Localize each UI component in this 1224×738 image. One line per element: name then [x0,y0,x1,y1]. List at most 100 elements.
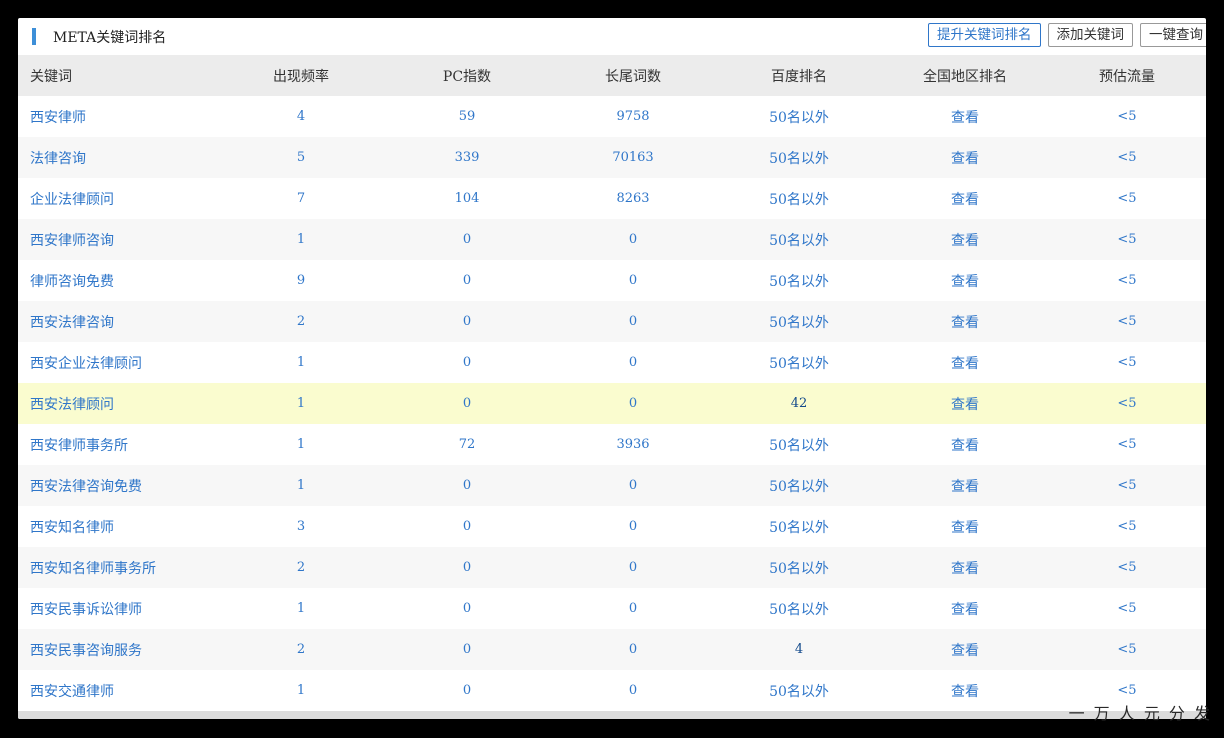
region-rank-view-link[interactable]: 查看 [882,629,1048,670]
panel-header: META关键词排名 提升关键词排名 添加关键词 一键查询 [18,18,1206,55]
add-keyword-button[interactable]: 添加关键词 [1047,23,1133,47]
pc-index-cell: 0 [462,519,472,534]
table-row: 西安民事诉讼律师 1 0 0 50名以外 查看 <5 [18,588,1206,629]
keyword-link[interactable]: 西安律师 [18,96,218,137]
region-rank-view-link[interactable]: 查看 [882,178,1048,219]
pc-index-cell: 59 [458,109,476,124]
col-header-keyword[interactable]: 关键词 [18,55,218,96]
region-rank-view-link[interactable]: 查看 [882,219,1048,260]
traffic-cell: <5 [1117,314,1137,329]
col-header-traffic[interactable]: 预估流量 [1048,55,1206,96]
col-header-frequency[interactable]: 出现频率 [218,55,384,96]
keyword-link[interactable]: 西安律师事务所 [18,424,218,465]
region-rank-view-link[interactable]: 查看 [882,342,1048,383]
baidu-rank-cell: 50名以外 [769,232,829,249]
one-click-query-button[interactable]: 一键查询 [1140,23,1206,47]
traffic-cell: <5 [1117,355,1137,370]
baidu-rank-cell: 50名以外 [769,109,829,126]
frequency-cell: 5 [296,150,306,165]
traffic-cell: <5 [1117,396,1137,411]
pc-index-cell: 0 [462,396,472,411]
frequency-cell: 1 [296,437,306,452]
frequency-cell: 2 [296,642,306,657]
table-row: 西安律师 4 59 9758 50名以外 查看 <5 [18,96,1206,137]
table-row: 西安企业法律顾问 1 0 0 50名以外 查看 <5 [18,342,1206,383]
baidu-rank-cell: 50名以外 [769,314,829,331]
keyword-link[interactable]: 西安律师咨询 [18,219,218,260]
region-rank-view-link[interactable]: 查看 [882,424,1048,465]
horizontal-scrollbar[interactable] [18,711,1206,719]
frequency-cell: 1 [296,396,306,411]
table-row: 企业法律顾问 7 104 8263 50名以外 查看 <5 [18,178,1206,219]
traffic-cell: <5 [1117,191,1137,206]
baidu-rank-cell: 50名以外 [769,683,829,700]
col-header-baidu-rank[interactable]: 百度排名 [716,55,882,96]
longtail-count-cell: 0 [628,519,638,534]
longtail-count-cell: 9758 [616,109,650,124]
baidu-rank-cell: 50名以外 [769,150,829,167]
region-rank-view-link[interactable]: 查看 [882,588,1048,629]
keyword-link[interactable]: 西安民事咨询服务 [18,629,218,670]
region-rank-view-link[interactable]: 查看 [882,547,1048,588]
frequency-cell: 2 [296,314,306,329]
frequency-cell: 1 [296,478,306,493]
region-rank-view-link[interactable]: 查看 [882,260,1048,301]
baidu-rank-cell: 50名以外 [769,560,829,577]
pc-index-cell: 72 [458,437,476,452]
region-rank-view-link[interactable]: 查看 [882,383,1048,424]
frequency-cell: 9 [296,273,306,288]
col-header-pc-index[interactable]: PC指数 [384,55,550,96]
col-header-longtail[interactable]: 长尾词数 [550,55,716,96]
keyword-link[interactable]: 西安民事诉讼律师 [18,588,218,629]
longtail-count-cell: 0 [628,478,638,493]
pc-index-cell: 0 [462,355,472,370]
keyword-link[interactable]: 西安法律咨询免费 [18,465,218,506]
pc-index-cell: 0 [462,560,472,575]
region-rank-view-link[interactable]: 查看 [882,670,1048,711]
panel-title: META关键词排名 [53,30,167,46]
keyword-link[interactable]: 西安企业法律顾问 [18,342,218,383]
baidu-rank-cell: 50名以外 [769,601,829,618]
region-rank-view-link[interactable]: 查看 [882,96,1048,137]
table-row: 西安交通律师 1 0 0 50名以外 查看 <5 [18,670,1206,711]
keyword-ranking-panel: META关键词排名 提升关键词排名 添加关键词 一键查询 关键词 出现频率 PC… [18,18,1206,719]
region-rank-view-link[interactable]: 查看 [882,301,1048,342]
longtail-count-cell: 70163 [612,150,654,165]
region-rank-view-link[interactable]: 查看 [882,465,1048,506]
header-actions: 提升关键词排名 添加关键词 一键查询 [928,23,1206,47]
keyword-link[interactable]: 西安知名律师 [18,506,218,547]
frequency-cell: 1 [296,355,306,370]
table-row: 西安民事咨询服务 2 0 0 4 查看 <5 [18,629,1206,670]
keyword-link[interactable]: 西安知名律师事务所 [18,547,218,588]
pc-index-cell: 0 [462,314,472,329]
boost-ranking-button[interactable]: 提升关键词排名 [928,23,1041,47]
keyword-link[interactable]: 企业法律顾问 [18,178,218,219]
table-row: 法律咨询 5 339 70163 50名以外 查看 <5 [18,137,1206,178]
baidu-rank-cell: 50名以外 [769,478,829,495]
frequency-cell: 3 [296,519,306,534]
table-row: 西安法律顾问 1 0 0 42 查看 <5 [18,383,1206,424]
baidu-rank-cell: 50名以外 [769,273,829,290]
table-header: 关键词 出现频率 PC指数 长尾词数 百度排名 全国地区排名 预估流量 [18,55,1206,96]
baidu-rank-cell: 50名以外 [769,191,829,208]
traffic-cell: <5 [1117,519,1137,534]
keyword-link[interactable]: 西安法律顾问 [18,383,218,424]
title-accent-bar [32,28,36,45]
table-row: 律师咨询免费 9 0 0 50名以外 查看 <5 [18,260,1206,301]
baidu-rank-cell: 50名以外 [769,437,829,454]
keyword-link[interactable]: 西安交通律师 [18,670,218,711]
longtail-count-cell: 0 [628,601,638,616]
keyword-link[interactable]: 法律咨询 [18,137,218,178]
keyword-link[interactable]: 律师咨询免费 [18,260,218,301]
table-row: 西安法律咨询 2 0 0 50名以外 查看 <5 [18,301,1206,342]
table-row: 西安律师事务所 1 72 3936 50名以外 查看 <5 [18,424,1206,465]
region-rank-view-link[interactable]: 查看 [882,137,1048,178]
keyword-link[interactable]: 西安法律咨询 [18,301,218,342]
region-rank-view-link[interactable]: 查看 [882,506,1048,547]
keyword-table: 关键词 出现频率 PC指数 长尾词数 百度排名 全国地区排名 预估流量 西安律师… [18,55,1206,711]
longtail-count-cell: 0 [628,232,638,247]
traffic-cell: <5 [1117,109,1137,124]
table-body: 西安律师 4 59 9758 50名以外 查看 <5 法律咨询 5 339 70163 50名以外 查看… [18,96,1206,711]
col-header-region-rank[interactable]: 全国地区排名 [882,55,1048,96]
traffic-cell: <5 [1117,601,1137,616]
